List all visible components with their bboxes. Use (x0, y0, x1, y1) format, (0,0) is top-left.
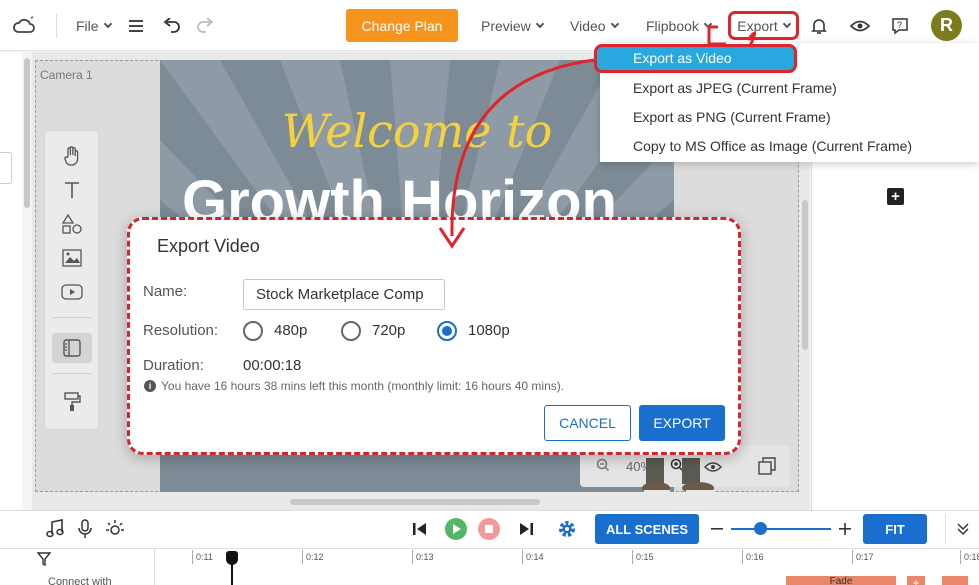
paint-roller-icon[interactable] (57, 389, 87, 415)
export-as-png-item[interactable]: Export as PNG (Current Frame) (633, 109, 831, 125)
timeline-zoom-knob[interactable] (754, 522, 767, 535)
export-as-video-label: Export as Video (633, 50, 732, 66)
redo-icon[interactable] (195, 0, 215, 51)
resolution-720p-label: 720p (372, 322, 406, 339)
chevron-down-icon (703, 19, 713, 28)
play-icon[interactable] (444, 517, 468, 541)
resolution-480p-radio[interactable] (243, 321, 263, 341)
music-icon[interactable] (43, 517, 67, 541)
resolution-480p-label: 480p (274, 322, 308, 339)
chevron-down-icon (610, 19, 619, 28)
character-figure[interactable] (642, 458, 718, 501)
filter-icon[interactable] (36, 552, 52, 569)
left-scrollbar[interactable] (24, 58, 30, 208)
playhead[interactable] (231, 551, 233, 585)
camera-label: Camera 1 (40, 68, 93, 82)
stop-icon[interactable] (477, 517, 501, 541)
collapse-timeline-icon[interactable] (951, 517, 975, 541)
timeline-tick-label: 0:12 (306, 552, 324, 562)
left-panel-collapsed (0, 52, 22, 510)
hamburger-menu-icon[interactable] (129, 0, 145, 51)
add-transition-icon[interactable]: + (907, 576, 925, 585)
export-menu-label: Export (737, 17, 778, 34)
all-scenes-button[interactable]: ALL SCENES (595, 514, 699, 544)
flipbook-menu-label: Flipbook (646, 17, 699, 34)
zoom-plus-icon[interactable] (833, 517, 857, 541)
resolution-1080p-radio[interactable] (437, 321, 457, 341)
skip-back-icon[interactable] (408, 517, 432, 541)
chevron-down-icon (535, 19, 545, 28)
chevron-down-icon (103, 19, 112, 28)
export-button[interactable]: EXPORT (639, 405, 725, 441)
video-menu-label: Video (570, 17, 606, 34)
timeline-tick-label: 0:16 (746, 552, 764, 562)
change-plan-button[interactable]: Change Plan (346, 9, 458, 42)
hand-tool-icon[interactable] (57, 143, 87, 169)
fade-transition-block[interactable]: Fade (786, 576, 896, 585)
resolution-label: Resolution: (143, 322, 219, 339)
name-label: Name: (143, 283, 188, 300)
undo-icon[interactable] (162, 0, 182, 51)
horizontal-scrollbar[interactable] (290, 499, 540, 505)
video-tool-icon[interactable] (57, 279, 87, 305)
svg-text:?: ? (897, 20, 902, 30)
timeline-tick-label: 0:14 (526, 552, 544, 562)
export-as-jpeg-item[interactable]: Export as JPEG (Current Frame) (633, 80, 837, 96)
microphone-icon[interactable] (73, 517, 97, 541)
timeline-zoom-slider[interactable] (731, 528, 831, 530)
preview-menu[interactable]: Preview (481, 0, 545, 51)
copy-to-ms-office-item[interactable]: Copy to MS Office as Image (Current Fram… (633, 138, 912, 154)
scene-title-script: Welcome to (281, 104, 553, 158)
chevron-down-icon (782, 19, 791, 28)
track-label: Connect with (48, 576, 112, 585)
tool-panel (44, 130, 99, 430)
quota-info: i You have 16 hours 38 mins left this mo… (144, 379, 564, 393)
fit-button[interactable]: FIT (863, 514, 927, 544)
zoom-out-icon[interactable] (596, 458, 610, 475)
preview-menu-label: Preview (481, 17, 531, 34)
vertical-scrollbar[interactable] (802, 200, 808, 350)
duration-value: 00:00:18 (243, 357, 302, 374)
image-tool-icon[interactable] (57, 245, 87, 271)
video-name-input[interactable] (243, 279, 445, 310)
transition-block[interactable] (942, 576, 968, 585)
avatar[interactable]: R (931, 10, 962, 41)
file-menu[interactable]: File (76, 0, 112, 51)
text-tool-icon[interactable] (57, 177, 87, 203)
resolution-720p-radio[interactable] (341, 321, 361, 341)
shapes-tool-icon[interactable] (57, 211, 87, 237)
timeline-tick-label: 0:18 (964, 552, 979, 562)
zoom-minus-icon[interactable] (705, 517, 729, 541)
timeline-tick-label: 0:13 (416, 552, 434, 562)
add-scene-button[interactable]: + (887, 188, 904, 205)
resolution-1080p-label: 1080p (468, 322, 510, 339)
file-menu-label: File (76, 17, 99, 34)
skip-forward-icon[interactable] (514, 517, 538, 541)
timeline-tick-label: 0:11 (196, 552, 213, 562)
info-icon: i (144, 380, 156, 392)
export-menu-button[interactable]: Export (728, 11, 799, 40)
effects-icon[interactable] (103, 517, 127, 541)
settings-gear-icon[interactable] (555, 517, 579, 541)
quota-info-text: You have 16 hours 38 mins left this mont… (161, 379, 565, 393)
dialog-title: Export Video (157, 236, 260, 256)
duration-label: Duration: (143, 357, 204, 374)
layout-tool-icon[interactable] (52, 333, 92, 363)
timeline-tick-label: 0:17 (856, 552, 874, 562)
timeline-tick-label: 0:15 (636, 552, 654, 562)
cancel-button[interactable]: CANCEL (544, 405, 631, 441)
cloud-logo-icon[interactable] (12, 0, 36, 51)
left-panel-tab[interactable] (0, 152, 12, 184)
copy-frames-icon[interactable] (758, 457, 776, 478)
